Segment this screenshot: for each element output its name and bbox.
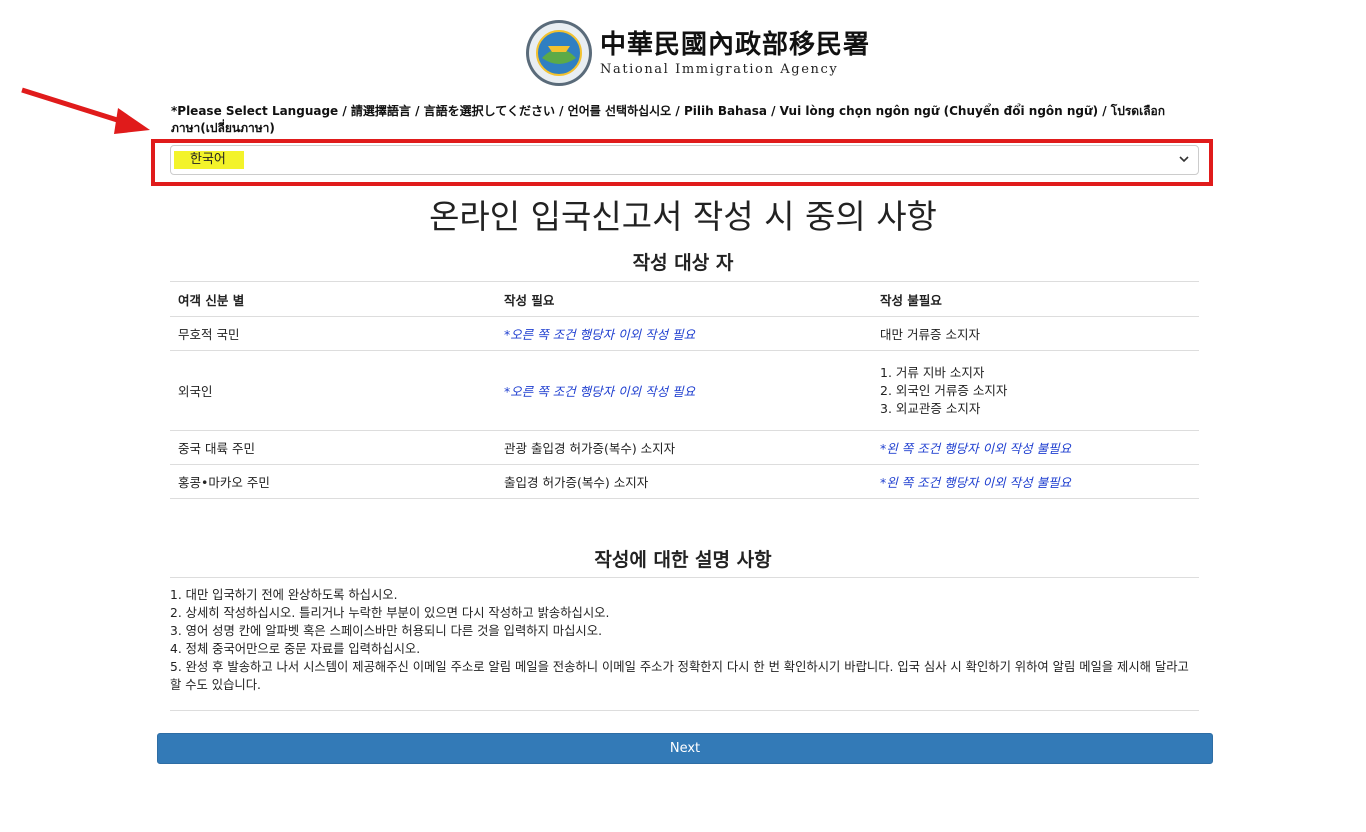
not-required-line: 2. 외국인 거류증 소지자: [880, 382, 1008, 398]
agency-name-chinese: 中華民國內政部移民署: [600, 29, 871, 60]
chevron-down-icon: [1179, 156, 1189, 163]
eligibility-table: 여객 신분 별 작성 필요 작성 불필요 무호적 국민 *오른 쪽 조건 행당자…: [170, 281, 1199, 499]
not-required-cell: 대만 거류증 소지자: [872, 316, 1199, 351]
instructions-heading: 작성에 대한 설명 사항: [594, 549, 772, 571]
page-title: 온라인 입국신고서 작성 시 중의 사항: [429, 197, 937, 236]
identity-cell: 홍콩•마카오 주민: [170, 464, 496, 499]
not-required-line: 1. 거류 지바 소지자: [880, 364, 985, 380]
agency-name-english: National Immigration Agency: [600, 61, 839, 77]
language-select[interactable]: 한국어: [170, 145, 1199, 175]
column-header: 작성 불필요: [872, 281, 1199, 317]
list-item: 1. 대만 입국하기 전에 완상하도록 하십시오.: [170, 588, 398, 602]
table-row: 홍콩•마카오 주민 출입경 허가증(복수) 소지자 *왼 쪽 조건 행당자 이외…: [170, 464, 1199, 499]
next-button[interactable]: Next: [157, 733, 1213, 764]
not-required-cell: *왼 쪽 조건 행당자 이외 작성 불필요: [872, 464, 1199, 499]
instructions-list: 1. 대만 입국하기 전에 완상하도록 하십시오. 2. 상세히 작성하십시오.…: [170, 577, 1199, 711]
list-item: 4. 정체 중국어만으로 중문 자료를 입력하십시오.: [170, 642, 421, 656]
column-header: 여객 신분 별: [170, 281, 496, 317]
table-row: 무호적 국민 *오른 쪽 조건 행당자 이외 작성 필요 대만 거류증 소지자: [170, 316, 1199, 351]
identity-cell: 무호적 국민: [170, 316, 496, 351]
required-cell: 출입경 허가증(복수) 소지자: [496, 464, 872, 499]
list-item: 5. 완성 후 발송하고 나서 시스템이 제공해주신 이메일 주소로 알림 메일…: [170, 660, 1189, 692]
not-required-cell: *왼 쪽 조건 행당자 이외 작성 불필요: [872, 430, 1199, 465]
red-arrow-annotation: [21, 87, 150, 134]
eligibility-heading: 작성 대상 자: [632, 252, 734, 274]
agency-header: 中華民國內政部移民署 National Immigration Agency: [524, 18, 870, 88]
not-required-line: 3. 외교관증 소지자: [880, 400, 981, 416]
not-required-cell: 1. 거류 지바 소지자 2. 외국인 거류증 소지자 3. 외교관증 소지자: [872, 350, 1199, 431]
required-cell: *오른 쪽 조건 행당자 이외 작성 필요: [496, 350, 872, 431]
list-item: 2. 상세히 작성하십시오. 틀리거나 누락한 부분이 있으면 다시 작성하고 …: [170, 606, 610, 620]
required-cell: 관광 출입경 허가증(복수) 소지자: [496, 430, 872, 465]
column-header: 작성 필요: [496, 281, 872, 317]
table-row: 중국 대륙 주민 관광 출입경 허가증(복수) 소지자 *왼 쪽 조건 행당자 …: [170, 430, 1199, 465]
identity-cell: 외국인: [170, 350, 496, 431]
identity-cell: 중국 대륙 주민: [170, 430, 496, 465]
list-item: 3. 영어 성명 칸에 알파벳 혹은 스페이스바만 허용되니 다른 것을 입력하…: [170, 624, 602, 638]
language-select-label: *Please Select Language / 請選擇語言 / 言語を選択し…: [171, 104, 1166, 135]
language-selected-value: 한국어: [174, 151, 244, 169]
required-cell: *오른 쪽 조건 행당자 이외 작성 필요: [496, 316, 872, 351]
table-row: 외국인 *오른 쪽 조건 행당자 이외 작성 필요 1. 거류 지바 소지자 2…: [170, 350, 1199, 431]
table-header-row: 여객 신분 별 작성 필요 작성 불필요: [170, 281, 1199, 317]
agency-seal-logo: [526, 20, 592, 86]
